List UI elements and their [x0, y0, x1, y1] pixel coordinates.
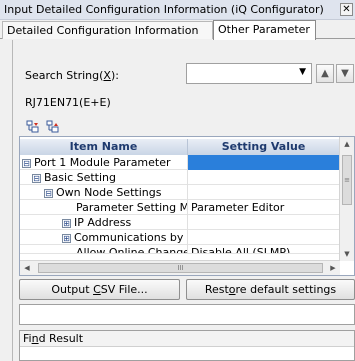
tab-strip: Detailed Configuration Information Other…	[0, 20, 355, 40]
collapse-icon[interactable]: ⊟	[44, 188, 53, 198]
vertical-scrollbar[interactable]: ▲ ≡ ▼	[339, 137, 354, 261]
find-result-panel: Find Result	[19, 330, 355, 361]
expand-icon[interactable]: ⊞	[62, 218, 71, 228]
row-item-name: Basic Setting	[44, 171, 117, 184]
scroll-right-icon[interactable]: ▶	[326, 261, 340, 275]
table-row[interactable]: ⊞Communications by Net	[20, 230, 340, 245]
row-setting-value[interactable]	[188, 155, 340, 170]
table-row[interactable]: ⊞ IP Address	[20, 215, 340, 230]
row-setting-value[interactable]	[188, 215, 340, 230]
row-item-name: Communications by Net	[74, 231, 187, 244]
collapse-all-icon[interactable]	[45, 120, 61, 134]
row-setting-value[interactable]	[188, 170, 340, 185]
tab-other-parameter[interactable]: Other Parameter	[213, 20, 316, 40]
column-header-setting-value[interactable]: Setting Value	[188, 139, 340, 155]
search-input[interactable]: ▼	[186, 63, 312, 84]
horizontal-scrollbar[interactable]: ◀ III ▶	[20, 260, 340, 275]
scroll-down-icon[interactable]: ▼	[340, 247, 354, 261]
search-label: Search String(X):	[25, 69, 119, 82]
row-item-name: Own Node Settings	[56, 186, 162, 199]
column-header-item-name[interactable]: Item Name	[20, 139, 188, 155]
row-item-name: Port 1 Module Parameter	[34, 156, 171, 169]
scroll-up-icon[interactable]: ▲	[340, 137, 354, 151]
window-title: Input Detailed Configuration Information…	[4, 3, 324, 16]
restore-defaults-button[interactable]: Restore default settings	[186, 279, 355, 300]
row-setting-value[interactable]: Parameter Editor	[188, 200, 340, 215]
table-row[interactable]: ⊟ Own Node Settings	[20, 185, 340, 200]
module-name: RJ71EN71(E+E)	[25, 96, 111, 109]
horizontal-scroll-thumb[interactable]: III	[38, 263, 323, 273]
row-setting-value[interactable]	[188, 185, 340, 200]
scroll-left-icon[interactable]: ◀	[20, 261, 34, 275]
row-setting-value[interactable]: Disable All (SLMP)	[188, 245, 340, 253]
tab-detailed-configuration[interactable]: Detailed Configuration Information	[2, 21, 213, 39]
expand-all-icon[interactable]	[25, 120, 41, 134]
row-item-name: Allow Online Change (SLMP)	[76, 246, 188, 254]
output-csv-button[interactable]: Output CSV File...	[19, 279, 180, 300]
row-item-name: IP Address	[74, 216, 132, 229]
expand-icon[interactable]: ⊞	[62, 233, 71, 243]
vertical-scroll-thumb[interactable]: ≡	[342, 155, 352, 205]
search-next-button[interactable]: ▼	[336, 64, 354, 83]
table-row[interactable]: Parameter Setting Metl Parameter Editor	[20, 200, 340, 215]
title-bar: Input Detailed Configuration Information…	[0, 0, 355, 20]
table-row[interactable]: ⊟ Basic Setting	[20, 170, 340, 185]
find-result-header: Find Result	[20, 331, 354, 347]
description-field	[19, 304, 355, 325]
row-item-name: Parameter Setting Metl	[76, 201, 187, 214]
arrow-down-icon: ▼	[341, 68, 349, 79]
chevron-down-icon[interactable]: ▼	[299, 67, 306, 77]
collapse-icon[interactable]: ⊟	[32, 173, 41, 183]
grid-header: Item Name Setting Value	[20, 139, 340, 155]
search-previous-button[interactable]: ▲	[316, 64, 334, 83]
table-row[interactable]: ⊟ Port 1 Module Parameter	[20, 155, 340, 170]
table-row[interactable]: Allow Online Change (SLMP) Disable All (…	[20, 245, 340, 254]
row-setting-value[interactable]	[188, 230, 340, 245]
collapse-icon[interactable]: ⊟	[22, 158, 31, 168]
parameter-grid: Item Name Setting Value ⊟ Port 1 Module P…	[19, 136, 355, 276]
close-icon[interactable]: ✕	[340, 3, 353, 16]
arrow-up-icon: ▲	[321, 68, 329, 79]
